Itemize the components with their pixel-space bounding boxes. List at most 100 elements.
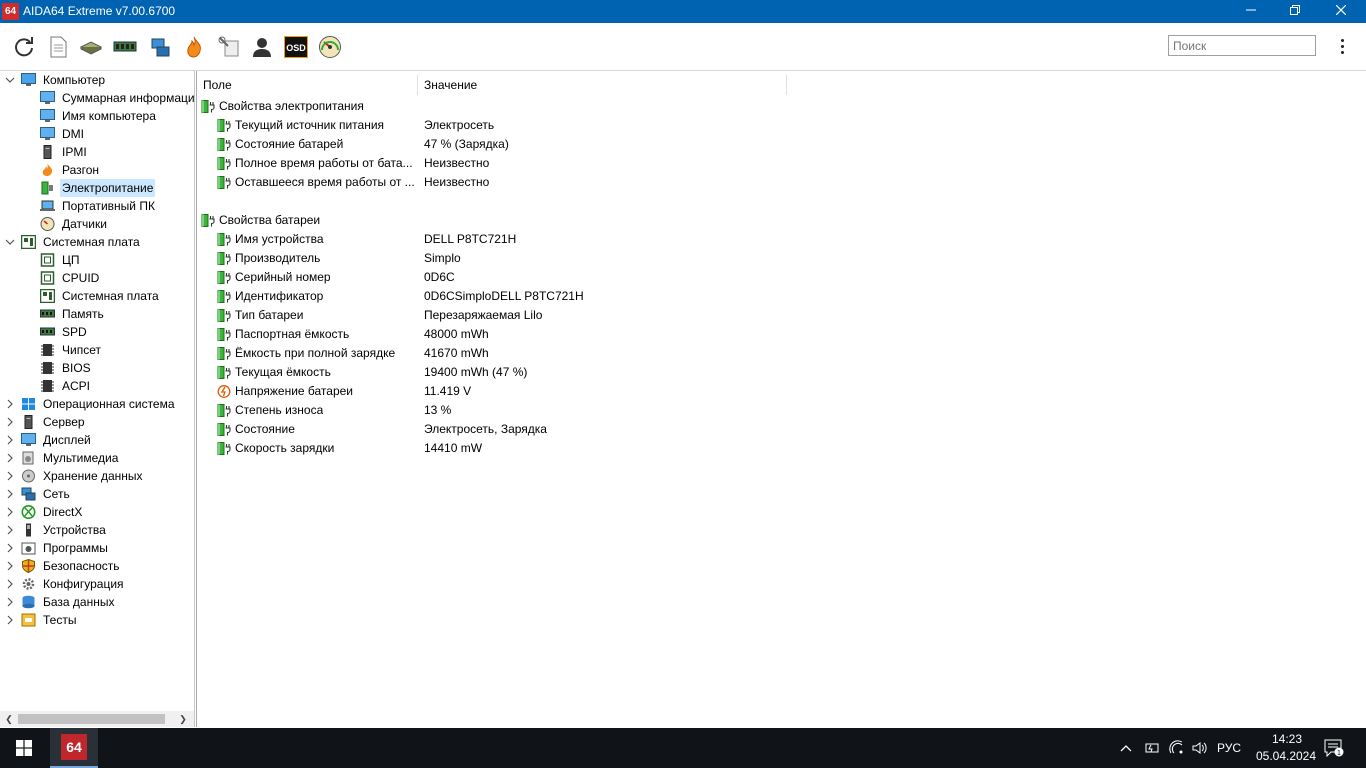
group-header-row[interactable]: Свойства электропитания	[197, 97, 1097, 116]
chevron-right-icon[interactable]	[4, 593, 16, 611]
table-row[interactable]: Серийный номер 0D6C	[197, 268, 1097, 287]
tree-item[interactable]: ACPI	[0, 377, 194, 395]
scroll-thumb[interactable]	[18, 714, 165, 724]
tree-item[interactable]: Сеть	[0, 485, 194, 503]
scroll-left-icon[interactable]: ❮	[1, 711, 17, 727]
table-row[interactable]: Текущий источник питания Электросеть	[197, 116, 1097, 135]
clock-date[interactable]: 05.04.2024	[1250, 749, 1322, 763]
user-button[interactable]	[250, 35, 274, 59]
start-button[interactable]	[0, 728, 48, 768]
clock-time[interactable]: 14:23	[1262, 732, 1312, 746]
tree-item[interactable]: Сервер	[0, 413, 194, 431]
tree-item[interactable]: Разгон	[0, 161, 194, 179]
tree-item[interactable]: Электропитание	[0, 179, 194, 197]
chevron-right-icon[interactable]	[4, 467, 16, 485]
tree-item[interactable]: IPMI	[0, 143, 194, 161]
tree-item[interactable]: Портативный ПК	[0, 197, 194, 215]
chevron-right-icon[interactable]	[4, 431, 16, 449]
tree-item[interactable]: Программы	[0, 539, 194, 557]
chevron-right-icon[interactable]	[4, 413, 16, 431]
table-row[interactable]: Скорость зарядки 14410 mW	[197, 439, 1097, 458]
motherboard-button[interactable]	[79, 35, 103, 59]
table-row[interactable]: Состояние батарей 47 % (Зарядка)	[197, 135, 1097, 154]
overclock-button[interactable]	[182, 35, 206, 59]
tree-item[interactable]: Чипсет	[0, 341, 194, 359]
osd-button[interactable]: OSD	[284, 35, 308, 59]
table-row[interactable]: Идентификатор 0D6CSimploDELL P8TC721H	[197, 287, 1097, 306]
tree-item[interactable]: DirectX	[0, 503, 194, 521]
table-row[interactable]: Оставшееся время работы от ... Неизвестно	[197, 173, 1097, 192]
language-indicator[interactable]: РУС	[1217, 739, 1241, 757]
tree-item[interactable]: Системная плата	[0, 287, 194, 305]
chevron-down-icon[interactable]	[4, 71, 16, 89]
benchmark-button[interactable]	[318, 35, 342, 59]
tree-item[interactable]: Дисплей	[0, 431, 194, 449]
table-row[interactable]: Состояние Электросеть, Зарядка	[197, 420, 1097, 439]
tree-item[interactable]: Устройства	[0, 521, 194, 539]
more-menu-button[interactable]	[1334, 35, 1350, 57]
table-row[interactable]: Паспортная ёмкость 48000 mWh	[197, 325, 1097, 344]
table-row[interactable]: Ёмкость при полной зарядке 41670 mWh	[197, 344, 1097, 363]
group-header-row[interactable]: Свойства батареи	[197, 211, 1097, 230]
tree-item[interactable]: Тесты	[0, 611, 194, 629]
tree-item[interactable]: Имя компьютера	[0, 107, 194, 125]
tools-button[interactable]	[217, 35, 241, 59]
tree-item[interactable]: DMI	[0, 125, 194, 143]
show-hidden-icons-button[interactable]	[1120, 739, 1132, 757]
chevron-right-icon[interactable]	[4, 575, 16, 593]
tree-item[interactable]: Системная плата	[0, 233, 194, 251]
chevron-right-icon[interactable]	[4, 539, 16, 557]
chevron-right-icon[interactable]	[4, 485, 16, 503]
table-row[interactable]: Степень износа 13 %	[197, 401, 1097, 420]
tree-item[interactable]: Датчики	[0, 215, 194, 233]
memory-button[interactable]	[113, 35, 137, 59]
chevron-right-icon[interactable]	[4, 521, 16, 539]
scroll-right-icon[interactable]: ❯	[175, 711, 191, 727]
tree-item[interactable]: Безопасность	[0, 557, 194, 575]
tree-item[interactable]: Память	[0, 305, 194, 323]
tree-item-label: Безопасность	[43, 559, 120, 573]
tree-item[interactable]: CPUID	[0, 269, 194, 287]
monitor-icon	[40, 91, 55, 105]
table-row[interactable]: Имя устройства DELL P8TC721H	[197, 230, 1097, 249]
battery-tray-button[interactable]	[1143, 739, 1161, 757]
report-button[interactable]	[46, 35, 70, 59]
network-icon	[21, 487, 36, 501]
table-row[interactable]: Текущая ёмкость 19400 mWh (47 %)	[197, 363, 1097, 382]
minimize-button[interactable]	[1228, 0, 1274, 23]
chevron-right-icon[interactable]	[4, 611, 16, 629]
tree-item[interactable]: Суммарная информация	[0, 89, 194, 107]
taskbar-aida64-button[interactable]: 64	[50, 728, 98, 768]
tree-item[interactable]: Хранение данных	[0, 467, 194, 485]
chevron-right-icon[interactable]	[4, 449, 16, 467]
search-input[interactable]	[1168, 35, 1316, 56]
tree-item[interactable]: Операционная система	[0, 395, 194, 413]
tree-item[interactable]: SPD	[0, 323, 194, 341]
tree-item-label: DMI	[62, 127, 84, 141]
network-button[interactable]	[148, 35, 172, 59]
tree-horizontal-scrollbar[interactable]: ❮ ❯	[0, 711, 195, 727]
tree-item[interactable]: Мультимедиа	[0, 449, 194, 467]
column-header-value[interactable]: Значение	[418, 75, 787, 95]
table-row[interactable]: Тип батареи Перезаряжаемая Lilo	[197, 306, 1097, 325]
chevron-right-icon[interactable]	[4, 557, 16, 575]
refresh-button[interactable]	[12, 35, 36, 59]
tree-item[interactable]: Конфигурация	[0, 575, 194, 593]
tree-item[interactable]: BIOS	[0, 359, 194, 377]
field-name: Степень износа	[235, 403, 324, 417]
table-row[interactable]: Производитель Simplo	[197, 249, 1097, 268]
column-header-field[interactable]: Поле	[197, 75, 418, 95]
tree-item[interactable]: Компьютер	[0, 71, 194, 89]
chevron-down-icon[interactable]	[4, 233, 16, 251]
tree-item[interactable]: База данных	[0, 593, 194, 611]
wifi-tray-button[interactable]	[1168, 739, 1186, 757]
close-button[interactable]	[1318, 0, 1364, 23]
table-row[interactable]: Полное время работы от бата... Неизвестно	[197, 154, 1097, 173]
chevron-right-icon[interactable]	[4, 395, 16, 413]
restore-button[interactable]	[1272, 0, 1318, 23]
notification-center-button[interactable]: 1	[1324, 738, 1344, 758]
chevron-right-icon[interactable]	[4, 503, 16, 521]
table-row[interactable]: Напряжение батареи 11.419 V	[197, 382, 1097, 401]
volume-tray-button[interactable]	[1191, 739, 1209, 757]
tree-item[interactable]: ЦП	[0, 251, 194, 269]
